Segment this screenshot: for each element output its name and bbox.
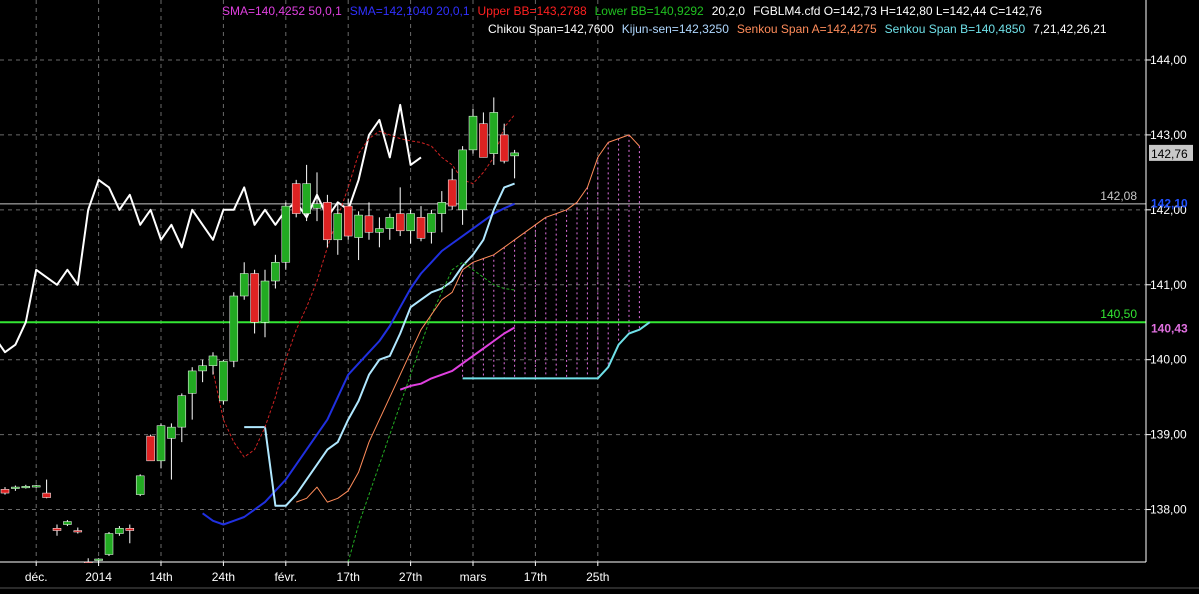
- legend-item: Chikou Span=142,7600: [488, 22, 614, 36]
- candle-body: [115, 528, 124, 534]
- y-tick-label: 138,00: [1150, 503, 1187, 517]
- candle-body: [239, 273, 249, 297]
- legend-item: Senkou Span A=142,4275: [736, 22, 877, 36]
- candle-body: [104, 533, 114, 555]
- candle-body: [499, 134, 509, 162]
- candle-body: [489, 112, 499, 154]
- candle-body: [63, 521, 72, 525]
- candle-body: [479, 123, 488, 158]
- y-tick-label: 140,00: [1150, 353, 1187, 367]
- chart-background: [0, 0, 1199, 594]
- y-tick-label: 139,00: [1150, 428, 1187, 442]
- candle-body: [125, 528, 135, 531]
- candle-body: [468, 115, 478, 151]
- candle-body: [52, 528, 62, 531]
- candle-body: [385, 217, 395, 229]
- candle-body: [42, 492, 51, 498]
- candle-body: [437, 202, 447, 214]
- candle-body: [354, 214, 363, 238]
- candle-body: [406, 213, 415, 232]
- y-tick-label: 143,00: [1150, 128, 1187, 142]
- x-tick-label: févr.: [274, 570, 297, 584]
- candle-body: [510, 152, 519, 157]
- y-tick-label: 144,00: [1150, 53, 1187, 67]
- price-level-label: 140,50: [1100, 307, 1137, 321]
- candle-body: [416, 217, 426, 239]
- x-tick-label: 2014: [85, 570, 112, 584]
- candle-body: [146, 435, 155, 462]
- candle-body: [312, 203, 322, 209]
- candle-body: [427, 213, 436, 233]
- candle-body: [135, 475, 145, 495]
- candle-body: [291, 183, 301, 214]
- price-level-label: 142,08: [1100, 189, 1137, 203]
- legend-item: 20,2,0: [711, 4, 746, 18]
- candle-body: [281, 205, 291, 263]
- candle-body: [395, 213, 405, 232]
- candle-body: [260, 280, 270, 323]
- candle-body: [73, 530, 83, 533]
- candle-body: [271, 262, 280, 282]
- candle-body: [458, 149, 467, 211]
- candle-body: [11, 486, 20, 489]
- price-badge: 140,43: [1151, 321, 1188, 335]
- legend-row: Chikou Span=142,7600 Kijun-sen=142,3250 Se…: [488, 20, 1115, 38]
- candle-body: [208, 355, 218, 366]
- x-tick-label: 25th: [586, 570, 609, 584]
- x-tick-label: 27th: [399, 570, 422, 584]
- candle-body: [323, 202, 332, 241]
- legend-item: Upper BB=143,2788: [477, 4, 587, 18]
- candle-body: [333, 213, 343, 241]
- candle-body: [198, 365, 207, 372]
- candle-body: [177, 395, 187, 428]
- legend-item: Senkou Span B=140,4850: [884, 22, 1026, 36]
- candle-body: [187, 370, 197, 394]
- x-tick-label: 14th: [149, 570, 172, 584]
- candle-body: [375, 228, 384, 233]
- x-tick-label: déc.: [25, 570, 48, 584]
- candle-body: [156, 425, 166, 462]
- price-chart: 142,08 140,50 138,00 139,00 140,00 141,00 142,…: [0, 0, 1199, 594]
- candle-body: [302, 183, 311, 214]
- candle-body: [21, 486, 31, 489]
- x-tick-label: 17th: [337, 570, 360, 584]
- legend-item: 7,21,42,26,21: [1033, 22, 1107, 36]
- candle-body: [0, 489, 10, 494]
- y-tick-label: 141,00: [1150, 278, 1187, 292]
- x-tick-label: 17th: [524, 570, 547, 584]
- legend-item: Lower BB=140,9292: [594, 4, 704, 18]
- price-badge: 142,76: [1151, 147, 1188, 161]
- x-tick-label: mars: [460, 570, 487, 584]
- candle-body: [343, 205, 353, 237]
- candle-body: [229, 295, 239, 362]
- candle-body: [167, 426, 176, 439]
- candle-body: [447, 179, 457, 207]
- legend-item: Kijun-sen=142,3250: [621, 22, 729, 36]
- legend-item: SMA=142,1040 20,0,1: [349, 4, 470, 18]
- candle-body: [364, 215, 374, 233]
- legend-item: FGBLM4.cfd O=142,73 H=142,80 L=142,44 C=…: [753, 4, 1042, 18]
- candle-body: [250, 273, 259, 323]
- x-tick-label: 24th: [212, 570, 235, 584]
- legend-item: SMA=140,4252 50,0,1: [222, 4, 342, 18]
- candle-body: [94, 558, 103, 561]
- legend-row: SMA=140,4252 50,0,1 SMA=142,1040 20,0,1 Up…: [222, 2, 1050, 20]
- candle-body: [219, 360, 228, 402]
- price-badge: 142,10: [1151, 196, 1188, 210]
- candle-body: [31, 485, 41, 488]
